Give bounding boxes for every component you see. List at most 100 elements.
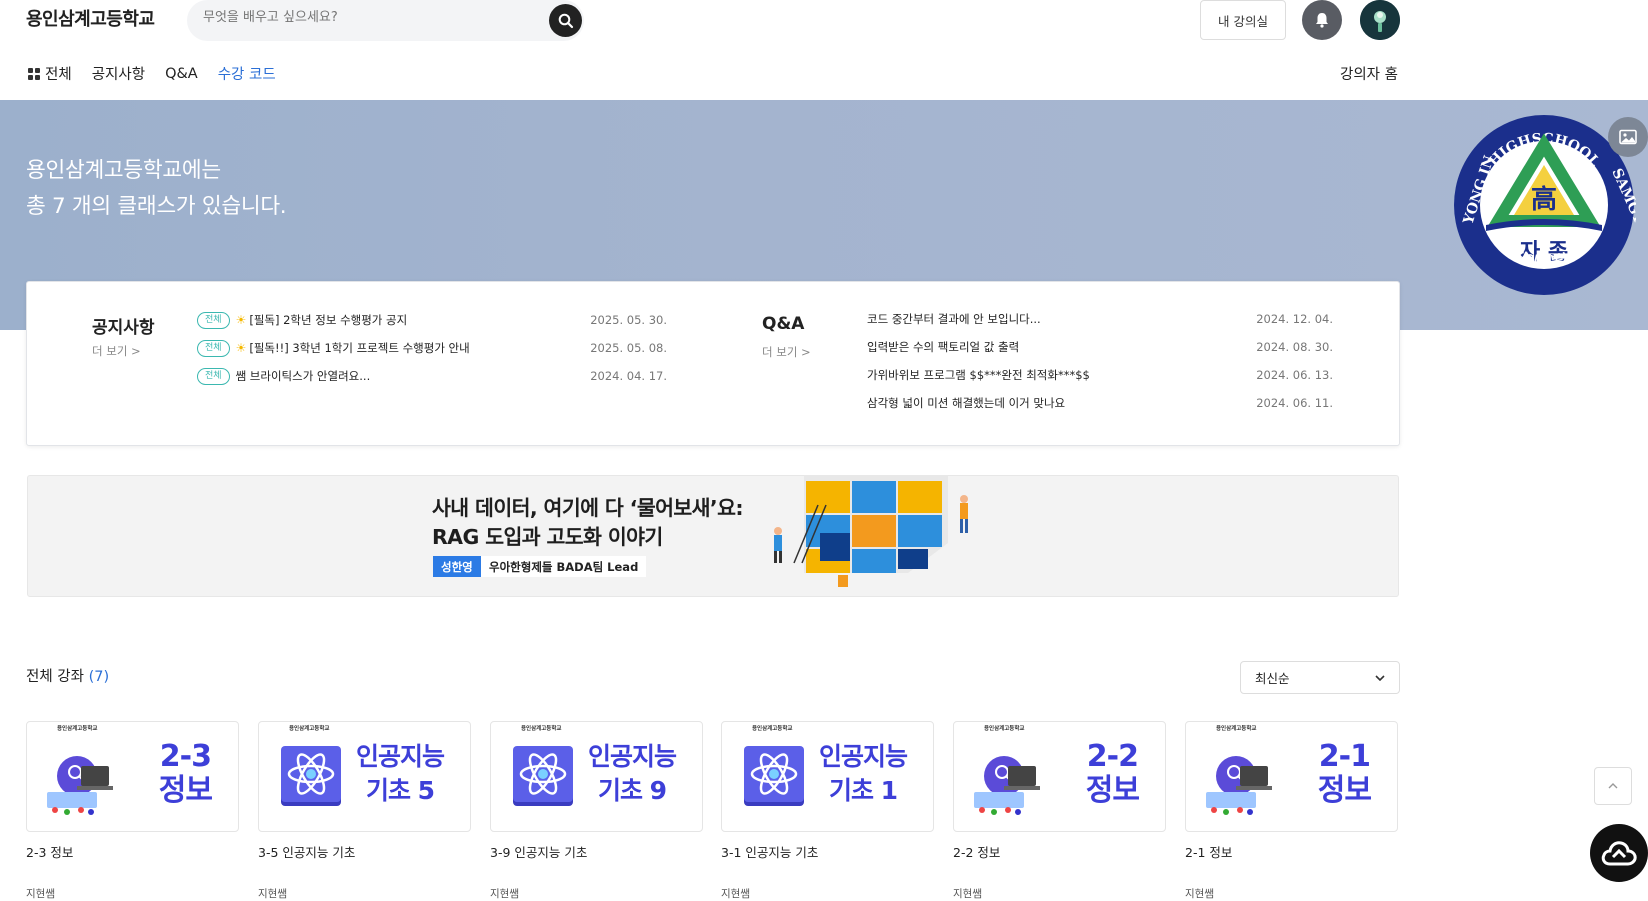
course-name[interactable]: 3-5 인공지능 기초 <box>258 842 471 861</box>
course-card[interactable]: 용인삼계고등학교 인공지능 기초 5 3-5 인공지능 기초 지현쌤 <box>258 721 471 901</box>
course-teacher: 지현쌤 <box>26 888 55 900</box>
thumb-title: 인공지능 기초 5 <box>355 740 445 808</box>
bell-icon <box>1316 13 1328 28</box>
course-card[interactable]: 용인삼계고등학교 인공지능 기초 9 3-9 인공지능 기초 지현쌤 <box>490 721 703 901</box>
hero-line-2: 총 7 개의 클래스가 있습니다. <box>26 194 287 219</box>
qna-item[interactable]: 가위바위보 프로그램 $$***완전 최적화***$$ 2024. 06. 13… <box>867 361 1333 389</box>
course-thumbnail[interactable]: 용인삼계고등학교 인공지능 기초 1 <box>721 721 934 832</box>
notice-item[interactable]: 전체 ☀ [필독!!] 3학년 1학기 프로젝트 수행평가 안내 2025. 0… <box>197 334 667 362</box>
change-banner-button[interactable] <box>1608 117 1648 157</box>
thumb-title-line-1: 2-2 <box>1086 739 1139 774</box>
promo-title-line-1: 사내 데이터, 여기에 다 ‘물어보새’요: <box>432 496 744 520</box>
thumb-title-line-2: 기초 1 <box>828 776 898 805</box>
qna-item[interactable]: 코드 중간부터 결과에 안 보입니다... 2024. 12. 04. <box>867 305 1333 333</box>
course-teacher: 지현쌤 <box>721 888 750 900</box>
qna-item[interactable]: 입력받은 수의 팩토리얼 값 출력 2024. 08. 30. <box>867 333 1333 361</box>
notice-date: 2025. 05. 30. <box>590 313 667 327</box>
emblem-center-char: 高 <box>1531 184 1557 215</box>
course-name[interactable]: 2-3 정보 <box>26 842 239 861</box>
thumb-title-line-1: 인공지능 <box>818 742 908 771</box>
nav-notices[interactable]: 공지사항 <box>92 63 145 84</box>
thumb-title-line-1: 인공지능 <box>587 742 677 771</box>
my-course-button[interactable]: 내 강의실 <box>1200 0 1286 40</box>
search-icon <box>558 13 573 28</box>
notices-list: 전체 ☀ [필독] 2학년 정보 수행평가 공지 2025. 05. 30. 전… <box>197 306 667 390</box>
notification-button[interactable] <box>1302 0 1342 40</box>
thumb-title-line-2: 정보 <box>158 773 213 808</box>
grid-icon <box>28 67 40 80</box>
notice-tag: 전체 <box>197 367 230 385</box>
image-icon <box>1619 129 1637 145</box>
scroll-top-button[interactable] <box>1594 767 1632 805</box>
course-card[interactable]: 용인삼계고등학교 2-2 정보 2-2 정보 지현쌤 <box>953 721 1166 901</box>
search-button[interactable] <box>549 4 582 37</box>
thumb-title-line-2: 기초 9 <box>597 776 667 805</box>
course-card[interactable]: 용인삼계고등학교 인공지능 기초 1 3-1 인공지능 기초 지현쌤 <box>721 721 934 901</box>
course-count: (7) <box>88 669 110 685</box>
lecturer-home-link[interactable]: 강의자 홈 <box>1340 63 1398 84</box>
chevron-down-icon <box>1375 674 1385 681</box>
thumb-title: 인공지능 기초 1 <box>818 740 908 808</box>
thumb-title: 인공지능 기초 9 <box>587 740 677 808</box>
notice-tag: 전체 <box>197 311 230 329</box>
thumb-title-line-2: 기초 5 <box>365 776 435 805</box>
qna-item[interactable]: 삼각형 넓이 미션 해결했는데 이거 맞나요 2024. 06. 11. <box>867 389 1333 417</box>
nav-all[interactable]: 전체 <box>28 63 72 84</box>
notice-item[interactable]: 전체 쌤 브라이틱스가 안열려요... 2024. 04. 17. <box>197 362 667 390</box>
qna-date: 2024. 06. 11. <box>1256 396 1333 410</box>
qna-date: 2024. 06. 13. <box>1256 368 1333 382</box>
course-name[interactable]: 2-2 정보 <box>953 842 1166 861</box>
nav-enroll-code[interactable]: 수강 코드 <box>218 63 276 84</box>
nav-qna[interactable]: Q&A <box>165 66 198 82</box>
notices-more-link[interactable]: 더 보기 > <box>92 343 141 359</box>
pin-sun-icon: ☀ <box>235 313 247 327</box>
course-card[interactable]: 용인삼계고등학교 2-3 정보 2-3 정보 지현쌤 <box>26 721 239 901</box>
course-thumbnail[interactable]: 용인삼계고등학교 2-3 정보 <box>26 721 239 832</box>
thumb-title-line-2: 정보 <box>1317 773 1372 808</box>
notice-date: 2025. 05. 08. <box>590 341 667 355</box>
cloud-upload-button[interactable] <box>1590 824 1648 882</box>
course-name[interactable]: 2-1 정보 <box>1185 842 1398 861</box>
notice-text: [필독!!] 3학년 1학기 프로젝트 수행평가 안내 <box>249 341 470 355</box>
course-thumbnail[interactable]: 용인삼계고등학교 인공지능 기초 5 <box>258 721 471 832</box>
course-thumbnail[interactable]: 용인삼계고등학교 인공지능 기초 9 <box>490 721 703 832</box>
qna-text: 코드 중간부터 결과에 안 보입니다... <box>867 312 1041 326</box>
atom-icon <box>744 746 804 806</box>
qna-text: 가위바위보 프로그램 $$***완전 최적화***$$ <box>867 368 1090 382</box>
search-input[interactable] <box>203 10 523 25</box>
notices-title[interactable]: 공지사항 <box>92 313 155 338</box>
thumb-school-logo: 용인삼계고등학교 <box>57 726 98 732</box>
course-name[interactable]: 3-1 인공지능 기초 <box>721 842 934 861</box>
course-card[interactable]: 용인삼계고등학교 2-1 정보 2-1 정보 지현쌤 <box>1185 721 1398 901</box>
hero-text: 용인삼계고등학교에는 총 7 개의 클래스가 있습니다. <box>26 153 287 225</box>
thumb-title-line-1: 인공지능 <box>355 742 445 771</box>
thumb-title-line-1: 2-1 <box>1318 739 1371 774</box>
thumb-school-logo: 용인삼계고등학교 <box>521 726 562 732</box>
qna-title[interactable]: Q&A <box>762 314 804 334</box>
promo-title: 사내 데이터, 여기에 다 ‘물어보새’요: RAG 도입과 고도화 이야기 <box>432 494 744 552</box>
sort-select[interactable]: 최신순 <box>1240 661 1400 694</box>
qna-date: 2024. 12. 04. <box>1256 312 1333 326</box>
thumb-title-line-1: 2-3 <box>159 739 212 774</box>
promo-cube-illustration <box>774 475 968 587</box>
course-name[interactable]: 3-9 인공지능 기초 <box>490 842 703 861</box>
avatar[interactable] <box>1360 0 1400 40</box>
promo-speaker: 성한영 <box>433 556 481 577</box>
course-thumbnail[interactable]: 용인삼계고등학교 2-1 정보 <box>1185 721 1398 832</box>
qna-more-link[interactable]: 더 보기 > <box>762 344 811 360</box>
hero-line-1: 용인삼계고등학교에는 <box>26 158 221 183</box>
course-list-heading: 전체 강좌 (7) <box>26 665 109 686</box>
profile-image <box>1360 0 1400 40</box>
site-title[interactable]: 용인삼계고등학교 <box>26 6 155 34</box>
cloud-icon <box>1601 841 1637 866</box>
thumb-school-logo: 용인삼계고등학교 <box>1216 726 1257 732</box>
thumb-school-logo: 용인삼계고등학교 <box>752 726 793 732</box>
promo-title-line-2: RAG 도입과 고도화 이야기 <box>432 525 663 549</box>
qna-text: 삼각형 넓이 미션 해결했는데 이거 맞나요 <box>867 396 1066 410</box>
course-teacher: 지현쌤 <box>1185 888 1214 900</box>
course-thumbnail[interactable]: 용인삼계고등학교 2-2 정보 <box>953 721 1166 832</box>
qna-list: 코드 중간부터 결과에 안 보입니다... 2024. 12. 04. 입력받은… <box>867 305 1333 417</box>
course-teacher: 지현쌤 <box>490 888 519 900</box>
qna-text: 입력받은 수의 팩토리얼 값 출력 <box>867 340 1020 354</box>
notice-item[interactable]: 전체 ☀ [필독] 2학년 정보 수행평가 공지 2025. 05. 30. <box>197 306 667 334</box>
